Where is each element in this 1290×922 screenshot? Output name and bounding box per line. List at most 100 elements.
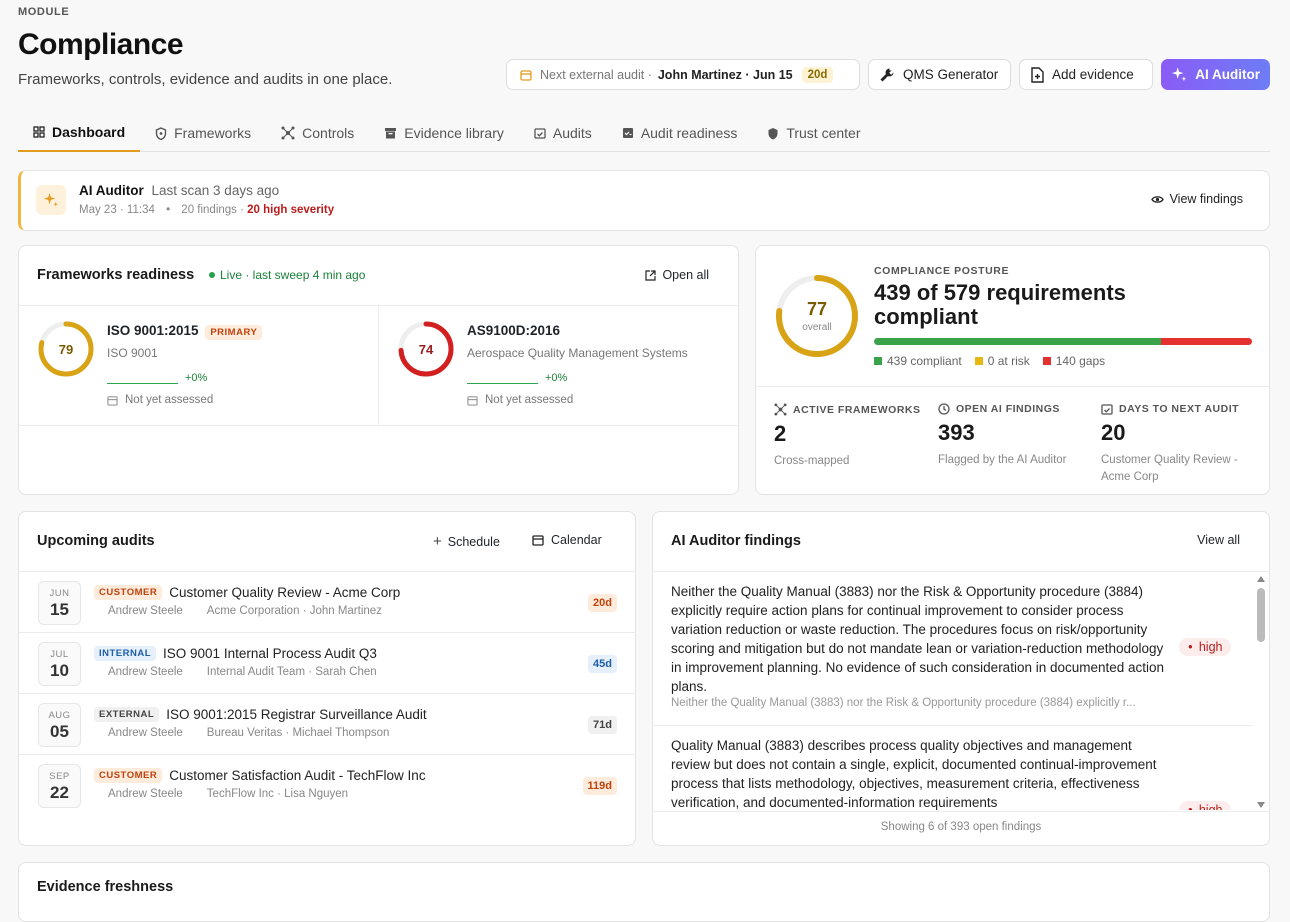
- audit-date: AUG 05: [38, 703, 81, 747]
- next-audit-chip[interactable]: Next external audit · John Martinez · Ju…: [506, 59, 860, 90]
- tab-bar: Dashboard Frameworks Controls Evidence l…: [18, 114, 1270, 152]
- upcoming-audits-card: Upcoming audits + Schedule Calendar JUN 15…: [18, 511, 636, 846]
- framework-status: Not yet assessed: [107, 394, 213, 406]
- page-subtitle: Frameworks, controls, evidence and audit…: [18, 71, 393, 88]
- posture-score: 77: [807, 299, 827, 319]
- frameworks-readiness-card: Frameworks readiness Live · last sweep 4…: [18, 245, 739, 495]
- finding-text: Quality Manual (3883) describes process …: [671, 738, 1157, 810]
- tab-label: Frameworks: [174, 125, 252, 141]
- framework-status-text: Not yet assessed: [485, 394, 574, 406]
- ai-auditor-label: AI Auditor: [1195, 67, 1260, 82]
- audit-owner: Andrew Steele: [108, 605, 183, 617]
- calendar-check-icon: [534, 128, 546, 139]
- framework-item[interactable]: 74 AS9100D:2016 Aerospace Quality Manage…: [397, 320, 737, 420]
- tab-label: Audits: [552, 125, 592, 141]
- audit-row[interactable]: JUN 15 CUSTOMER Customer Quality Review - …: [19, 571, 635, 632]
- open-all-link[interactable]: Open all: [645, 268, 709, 282]
- schedule-label: Schedule: [447, 534, 500, 549]
- stat-active-frameworks: ACTIVE FRAMEWORKS 2 Cross-mapped: [774, 403, 934, 470]
- tab-dashboard[interactable]: Dashboard: [18, 114, 141, 152]
- add-evidence-label: Add evidence: [1052, 67, 1134, 82]
- finding-text: Neither the Quality Manual (3883) nor th…: [671, 584, 1165, 694]
- audit-owner: Andrew Steele: [108, 666, 183, 678]
- audit-owner: Andrew Steele: [108, 727, 183, 739]
- framework-item[interactable]: 79 ISO 9001:2015 PRIMARY ISO 9001 +0% No…: [37, 320, 377, 420]
- audit-days-badge: 20d: [588, 594, 617, 612]
- tab-frameworks[interactable]: Frameworks: [140, 114, 266, 152]
- trend-line: [107, 383, 178, 384]
- qms-generator-button[interactable]: QMS Generator: [868, 59, 1011, 90]
- stat-days-to-next-audit: DAYS TO NEXT AUDIT 20 Customer Quality R…: [1101, 403, 1261, 486]
- file-plus-icon: [1031, 66, 1044, 83]
- tab-trust-center[interactable]: Trust center: [752, 114, 875, 152]
- audits-title: Upcoming audits: [37, 533, 155, 549]
- stat-note: Cross-mapped: [774, 455, 850, 467]
- network-icon: [281, 126, 295, 140]
- tab-evidence-library[interactable]: Evidence library: [369, 114, 519, 152]
- framework-desc: ISO 9001: [107, 346, 158, 360]
- audit-org: Bureau Veritas · Michael Thompson: [206, 727, 390, 739]
- ai-auditor-button[interactable]: AI Auditor: [1161, 59, 1270, 90]
- trend-line: [467, 383, 538, 384]
- banner-title: AI Auditor: [79, 183, 144, 198]
- view-findings-link[interactable]: View findings: [1150, 192, 1243, 206]
- archive-icon: [385, 128, 397, 139]
- view-all-link[interactable]: View all: [1197, 533, 1240, 547]
- schedule-button[interactable]: + Schedule: [433, 533, 500, 550]
- tab-label: Controls: [302, 125, 355, 141]
- tab-audit-readiness[interactable]: Audit readiness: [607, 114, 753, 152]
- framework-delta: +0%: [545, 372, 568, 384]
- grid-icon: [33, 126, 45, 138]
- audit-title: Customer Satisfaction Audit - TechFlow I…: [169, 768, 426, 783]
- external-link-icon: [645, 269, 657, 281]
- live-status: Live · last sweep 4 min ago: [209, 268, 365, 282]
- audit-row[interactable]: AUG 05 EXTERNAL ISO 9001:2015 Registrar Su…: [19, 693, 635, 754]
- audit-date: JUN 15: [38, 581, 81, 625]
- posture-legend: 439 compliant 0 at risk 140 gaps: [874, 354, 1105, 368]
- banner-scan: Last scan 3 days ago: [151, 183, 280, 198]
- audit-type-badge: INTERNAL: [94, 646, 157, 661]
- framework-name: ISO 9001:2015: [107, 323, 199, 338]
- scroll-up-icon: [1257, 576, 1265, 582]
- wrench-icon: [880, 68, 894, 81]
- audit-date: JUL 10: [38, 642, 81, 686]
- severity-badge: high: [1179, 638, 1232, 656]
- stat-note: Flagged by the AI Auditor: [938, 454, 1067, 466]
- audit-owner: Andrew Steele: [108, 788, 183, 800]
- plus-icon: +: [433, 533, 442, 550]
- live-status-text: Live · last sweep 4 min ago: [220, 268, 366, 282]
- calendar-button[interactable]: Calendar: [532, 533, 602, 547]
- sparkles-icon: [1171, 67, 1187, 82]
- checklist-icon: [622, 128, 633, 138]
- posture-headline: 439 of 579 requirements compliant: [874, 280, 1126, 329]
- framework-status: Not yet assessed: [467, 394, 573, 406]
- tab-audits[interactable]: Audits: [519, 114, 607, 152]
- finding-snippet: Neither the Quality Manual (3883) nor th…: [671, 697, 1136, 709]
- findings-scrollbar[interactable]: [1255, 574, 1267, 810]
- calendar-icon: [107, 395, 118, 406]
- audit-row[interactable]: JUL 10 INTERNAL ISO 9001 Internal Process …: [19, 632, 635, 693]
- next-audit-who: John Martinez · Jun 15: [657, 67, 793, 82]
- add-evidence-button[interactable]: Add evidence: [1019, 59, 1153, 90]
- tab-label: Audit readiness: [640, 125, 738, 141]
- audit-type-badge: CUSTOMER: [94, 585, 163, 600]
- score-value: 79: [59, 342, 73, 357]
- score-ring: 79: [38, 321, 94, 377]
- gaps-segment: [1160, 338, 1252, 345]
- evidence-freshness-card: Evidence freshness: [18, 862, 1270, 922]
- findings-footer: Showing 6 of 393 open findings: [880, 821, 1042, 833]
- framework-delta: +0%: [185, 372, 208, 384]
- stat-note: Customer Quality Review - Acme Corp: [1101, 454, 1238, 483]
- audit-org: Acme Corporation · John Martinez: [206, 605, 382, 617]
- stat-value: 2: [774, 421, 787, 446]
- audit-type-badge: EXTERNAL: [94, 707, 160, 722]
- tab-label: Dashboard: [52, 124, 126, 140]
- framework-name: AS9100D:2016: [467, 323, 561, 338]
- stat-open-ai-findings: OPEN AI FINDINGS 393 Flagged by the AI A…: [938, 403, 1098, 469]
- shield-solid-icon: [768, 127, 778, 139]
- audit-row[interactable]: SEP 22 CUSTOMER Customer Satisfaction Audi…: [19, 754, 635, 815]
- tab-controls[interactable]: Controls: [266, 114, 369, 152]
- evidence-title: Evidence freshness: [37, 879, 174, 895]
- live-dot-icon: [209, 272, 215, 278]
- audit-org: TechFlow Inc · Lisa Nguyen: [206, 788, 349, 800]
